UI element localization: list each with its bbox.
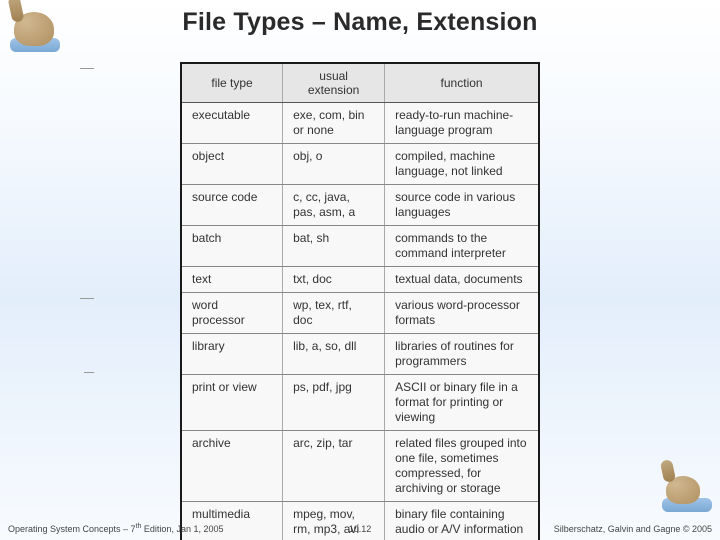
footer-right: Silberschatz, Galvin and Gagne © 2005 <box>554 524 712 534</box>
file-types-table-wrap: file type usual extension function execu… <box>180 62 540 540</box>
cell-ext: obj, o <box>283 144 385 185</box>
col-header-ext: usual extension <box>283 64 385 103</box>
cell-ext: wp, tex, rtf, doc <box>283 293 385 334</box>
cell-func: related files grouped into one file, som… <box>385 431 538 502</box>
decorative-line <box>80 68 94 69</box>
table-row: librarylib, a, so, dlllibraries of routi… <box>182 334 538 375</box>
table-row: executableexe, com, bin or noneready-to-… <box>182 103 538 144</box>
decorative-line <box>80 298 94 299</box>
cell-func: source code in various languages <box>385 185 538 226</box>
col-header-func: function <box>385 64 538 103</box>
cell-func: various word-processor formats <box>385 293 538 334</box>
slide-title: File Types – Name, Extension <box>0 8 720 37</box>
cell-ext: lib, a, so, dll <box>283 334 385 375</box>
cell-type: text <box>182 267 283 293</box>
file-types-table: file type usual extension function execu… <box>182 64 538 540</box>
cell-ext: c, cc, java, pas, asm, a <box>283 185 385 226</box>
table-row: archivearc, zip, tarrelated files groupe… <box>182 431 538 502</box>
cell-func: compiled, machine language, not linked <box>385 144 538 185</box>
table-header-row: file type usual extension function <box>182 64 538 103</box>
cell-type: object <box>182 144 283 185</box>
cell-ext: arc, zip, tar <box>283 431 385 502</box>
cell-type: archive <box>182 431 283 502</box>
dino-logo-bottom-right <box>656 468 712 512</box>
table-row: objectobj, ocompiled, machine language, … <box>182 144 538 185</box>
cell-type: library <box>182 334 283 375</box>
footer-left: Operating System Concepts – 7th Edition,… <box>8 523 223 534</box>
cell-type: source code <box>182 185 283 226</box>
table-row: word processorwp, tex, rtf, docvarious w… <box>182 293 538 334</box>
decorative-line <box>84 372 94 373</box>
cell-ext: ps, pdf, jpg <box>283 375 385 431</box>
cell-ext: txt, doc <box>283 267 385 293</box>
table-row: source codec, cc, java, pas, asm, asourc… <box>182 185 538 226</box>
footer: Operating System Concepts – 7th Edition,… <box>0 518 720 534</box>
cell-func: textual data, documents <box>385 267 538 293</box>
footer-page-number: 10.12 <box>349 524 372 534</box>
cell-func: libraries of routines for programmers <box>385 334 538 375</box>
cell-func: ready-to-run machine-language program <box>385 103 538 144</box>
cell-func: ASCII or binary file in a format for pri… <box>385 375 538 431</box>
table-row: batchbat, shcommands to the command inte… <box>182 226 538 267</box>
cell-type: batch <box>182 226 283 267</box>
cell-ext: exe, com, bin or none <box>283 103 385 144</box>
col-header-type: file type <box>182 64 283 103</box>
cell-ext: bat, sh <box>283 226 385 267</box>
cell-type: word processor <box>182 293 283 334</box>
table-row: texttxt, doctextual data, documents <box>182 267 538 293</box>
cell-func: commands to the command interpreter <box>385 226 538 267</box>
cell-type: print or view <box>182 375 283 431</box>
cell-type: executable <box>182 103 283 144</box>
table-row: print or viewps, pdf, jpgASCII or binary… <box>182 375 538 431</box>
